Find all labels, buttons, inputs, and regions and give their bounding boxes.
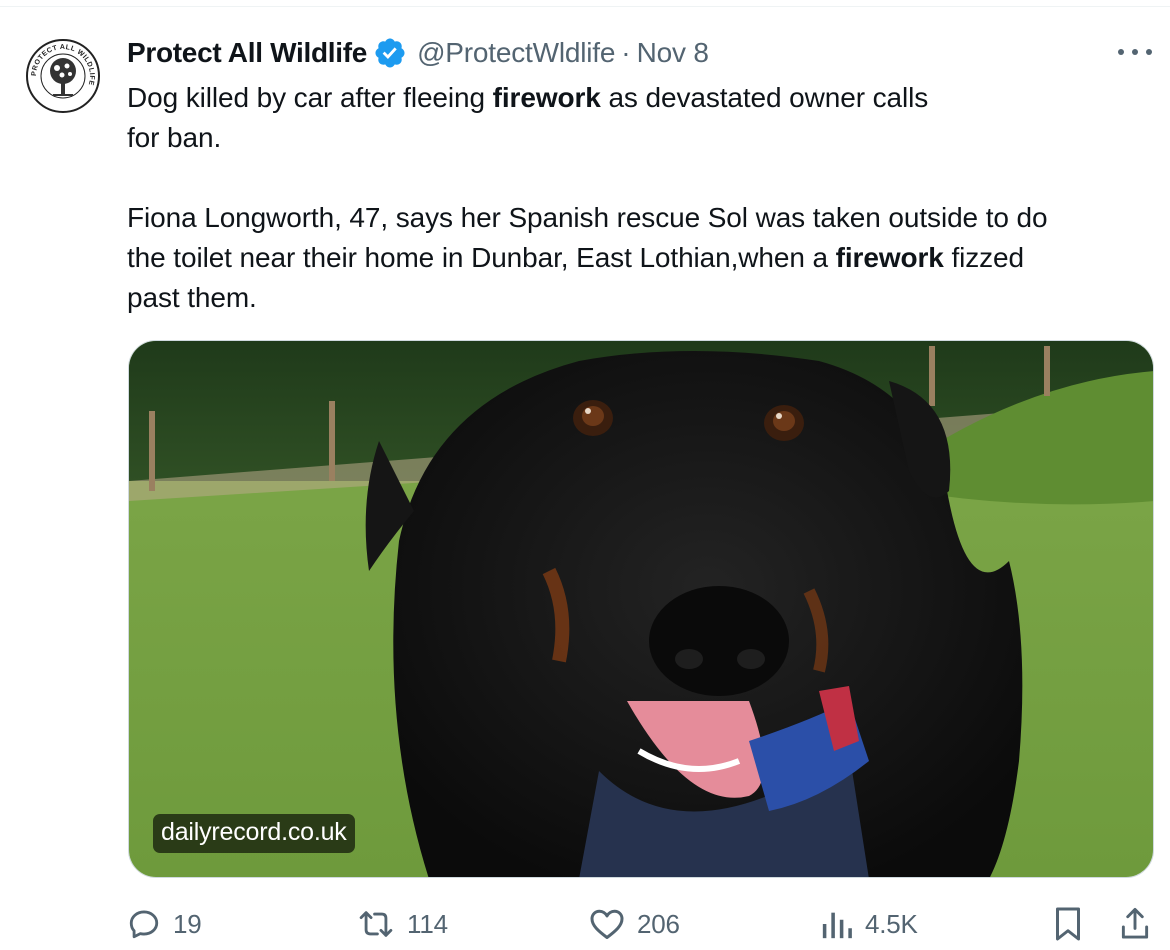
repost-button[interactable]: 114: [357, 900, 448, 948]
verified-badge-icon: [375, 38, 405, 68]
user-handle[interactable]: @ProtectWldlife: [417, 37, 615, 69]
text-span: past them.: [127, 282, 257, 313]
bookmark-button[interactable]: [1053, 900, 1083, 948]
link-card-image[interactable]: dailyrecord.co.uk: [128, 340, 1154, 878]
text-span: Fiona Longworth, 47, says her Spanish re…: [127, 202, 1048, 233]
repost-icon: [359, 911, 393, 937]
tweet-paragraph-1: Dog killed by car after fleeing firework…: [127, 78, 1157, 158]
bookmark-icon: [1056, 907, 1080, 941]
avatar-logo-icon: PROTECT ALL WILDLIFE: [26, 39, 100, 113]
keyword-highlight: firework: [492, 82, 601, 113]
view-count: 4.5K: [865, 908, 918, 939]
avatar[interactable]: PROTECT ALL WILDLIFE: [25, 38, 101, 114]
tweet-paragraph-2: Fiona Longworth, 47, says her Spanish re…: [127, 198, 1157, 318]
display-name[interactable]: Protect All Wildlife: [127, 37, 367, 69]
tweet-text: Dog killed by car after fleeing firework…: [127, 78, 1157, 318]
repost-count: 114: [407, 908, 448, 939]
more-icon[interactable]: [1118, 40, 1152, 64]
tweet-header: Protect All Wildlife @ProtectWldlife · N…: [127, 33, 709, 73]
views-icon: [822, 912, 852, 939]
share-button[interactable]: [1119, 900, 1151, 948]
heart-icon: [590, 909, 624, 939]
like-count: 206: [637, 908, 680, 939]
reply-count: 19: [173, 908, 202, 939]
reply-button[interactable]: 19: [127, 900, 202, 948]
more-dot: [1132, 49, 1138, 55]
text-span: the toilet near their home in Dunbar, Ea…: [127, 242, 836, 273]
more-dot: [1118, 49, 1124, 55]
top-divider: [0, 6, 1170, 7]
views-button[interactable]: 4.5K: [821, 900, 918, 948]
text-span: for ban.: [127, 122, 222, 153]
reply-icon: [129, 910, 159, 939]
text-span: as devastated owner calls: [600, 82, 929, 113]
share-icon: [1121, 907, 1149, 939]
link-source-label: dailyrecord.co.uk: [153, 814, 355, 853]
keyword-highlight: firework: [835, 242, 944, 273]
more-dot: [1146, 49, 1152, 55]
tweet-date[interactable]: Nov 8: [637, 37, 709, 69]
dog-photo: [129, 341, 1153, 877]
header-separator: ·: [621, 37, 631, 68]
like-button[interactable]: 206: [589, 900, 680, 948]
text-span: fizzed: [943, 242, 1025, 273]
text-span: Dog killed by car after fleeing: [127, 82, 493, 113]
